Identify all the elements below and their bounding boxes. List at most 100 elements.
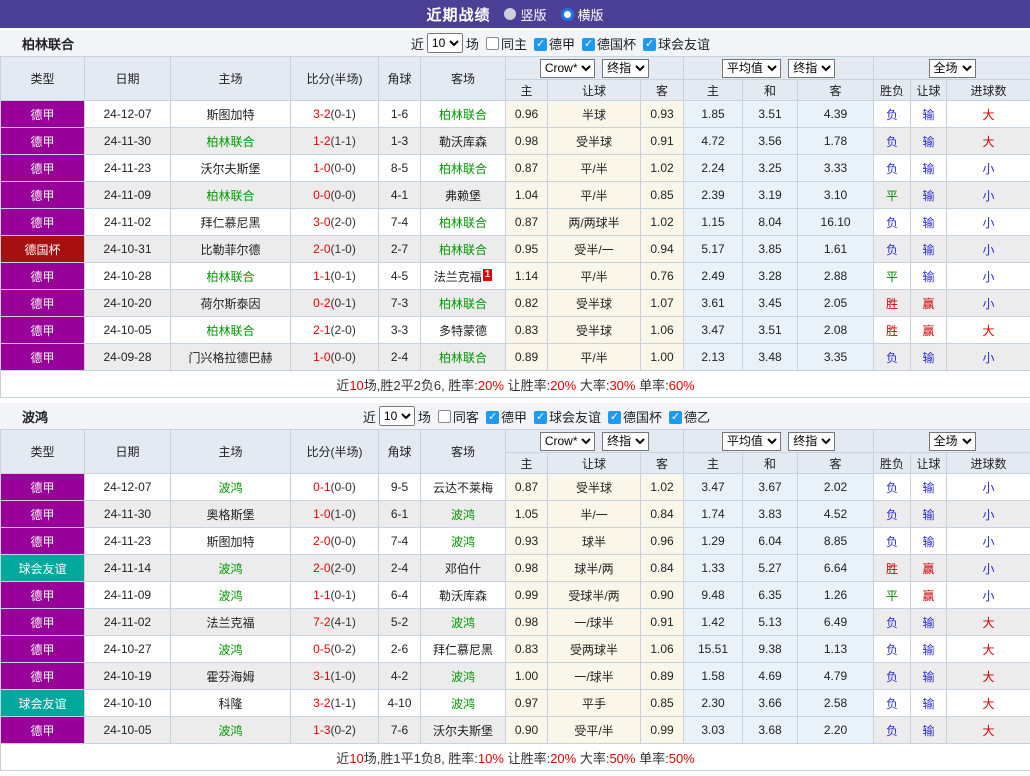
avg-final-select[interactable]: 终指 — [788, 432, 835, 451]
home-team-name[interactable]: 门兴格拉德巴赫 — [188, 351, 272, 365]
league-checkbox[interactable] — [534, 411, 547, 424]
odds-final-select[interactable]: 终指 — [602, 432, 649, 451]
handicap-result-cell: 输 — [911, 182, 947, 209]
team-section: 波鸿 近 10 场 同客 德甲球会友谊德国杯德乙 类型 日期 — [0, 403, 1030, 771]
away-team-name[interactable]: 柏林联合 — [439, 108, 487, 122]
vertical-layout-radio[interactable] — [504, 8, 516, 20]
home-team-name[interactable]: 科隆 — [218, 697, 242, 711]
away-team-name[interactable]: 弗赖堡 — [445, 189, 481, 203]
home-team-name[interactable]: 波鸿 — [218, 562, 242, 576]
fulltime-score: 2-0 — [313, 242, 330, 256]
goals-result-cell: 小 — [947, 474, 1030, 501]
odds-home-cell: 0.97 — [506, 690, 548, 717]
halftime-score: (0-0) — [331, 161, 356, 175]
league-checkbox[interactable] — [534, 38, 547, 51]
league-checkbox[interactable] — [669, 411, 682, 424]
league-checkbox-label: 德甲 — [549, 37, 575, 52]
away-team-name[interactable]: 勒沃库森 — [439, 589, 487, 603]
handicap-result-cell: 输 — [911, 263, 947, 290]
home-team-name[interactable]: 比勒菲尔德 — [200, 243, 260, 257]
away-team-name[interactable]: 法兰克福 — [434, 270, 482, 284]
home-team-name[interactable]: 奥格斯堡 — [206, 508, 254, 522]
same-venue-checkbox[interactable] — [438, 410, 451, 423]
away-team-name[interactable]: 多特蒙德 — [439, 324, 487, 338]
away-team-name[interactable]: 勒沃库森 — [439, 135, 487, 149]
away-team-name[interactable]: 波鸿 — [451, 670, 475, 684]
odds-source-select[interactable]: Crow* — [540, 59, 595, 78]
home-team-name[interactable]: 柏林联合 — [206, 324, 254, 338]
home-team-name[interactable]: 霍芬海姆 — [206, 670, 254, 684]
home-team-cell: 法兰克福 — [171, 609, 291, 636]
match-row: 德甲24-10-20荷尔斯泰因0-2(0-1)7-3柏林联合0.82受半球1.0… — [1, 290, 1030, 317]
home-team-name[interactable]: 柏林联合 — [206, 270, 254, 284]
vertical-layout-label[interactable]: 竖版 — [520, 5, 546, 24]
league-checkbox[interactable] — [608, 411, 621, 424]
avg-source-select[interactable]: 平均值 — [722, 432, 781, 451]
away-team-name[interactable]: 柏林联合 — [439, 297, 487, 311]
handicap-result-cell: 输 — [911, 690, 947, 717]
away-team-name[interactable]: 波鸿 — [451, 535, 475, 549]
col-home: 主场 — [171, 57, 291, 101]
handicap-result-cell: 输 — [911, 501, 947, 528]
away-team-name[interactable]: 柏林联合 — [439, 216, 487, 230]
home-team-name[interactable]: 拜仁慕尼黑 — [200, 216, 260, 230]
home-team-name[interactable]: 波鸿 — [218, 589, 242, 603]
avg-draw-cell: 3.56 — [743, 128, 798, 155]
home-team-name[interactable]: 法兰克福 — [206, 616, 254, 630]
away-team-name[interactable]: 柏林联合 — [439, 351, 487, 365]
away-team-cell: 多特蒙德 — [421, 317, 506, 344]
match-row: 德甲24-09-28门兴格拉德巴赫1-0(0-0)2-4柏林联合0.89平/半1… — [1, 344, 1030, 371]
scope-select[interactable]: 全场 — [929, 432, 976, 451]
goals-result-cell: 大 — [947, 636, 1030, 663]
league-checkbox[interactable] — [582, 38, 595, 51]
away-team-cell: 柏林联合 — [421, 344, 506, 371]
odds-away-cell: 0.76 — [641, 263, 684, 290]
home-team-name[interactable]: 柏林联合 — [206, 135, 254, 149]
goals-result-cell: 大 — [947, 317, 1030, 344]
home-team-name[interactable]: 沃尔夫斯堡 — [200, 162, 260, 176]
avg-away-cell: 3.35 — [798, 344, 874, 371]
away-team-name[interactable]: 波鸿 — [451, 508, 475, 522]
home-team-name[interactable]: 荷尔斯泰因 — [200, 297, 260, 311]
scope-select[interactable]: 全场 — [929, 59, 976, 78]
home-team-name[interactable]: 波鸿 — [218, 643, 242, 657]
home-team-name[interactable]: 斯图加特 — [206, 108, 254, 122]
away-team-name[interactable]: 沃尔夫斯堡 — [433, 724, 493, 738]
away-team-name[interactable]: 柏林联合 — [439, 162, 487, 176]
same-venue-checkbox[interactable] — [486, 37, 499, 50]
avg-away-cell: 1.13 — [798, 636, 874, 663]
match-count-select[interactable]: 10 — [379, 406, 415, 426]
league-type-cell: 德甲 — [1, 474, 85, 501]
avg-away-cell: 2.05 — [798, 290, 874, 317]
odds-source-select[interactable]: Crow* — [540, 432, 595, 451]
handicap-result-cell: 输 — [911, 528, 947, 555]
match-count-select[interactable]: 10 — [427, 33, 463, 53]
away-team-name[interactable]: 波鸿 — [451, 616, 475, 630]
avg-away-cell: 2.20 — [798, 717, 874, 744]
odds-final-select[interactable]: 终指 — [602, 59, 649, 78]
home-team-name[interactable]: 波鸿 — [218, 481, 242, 495]
avg-source-select[interactable]: 平均值 — [722, 59, 781, 78]
league-checkbox[interactable] — [643, 38, 656, 51]
home-team-name[interactable]: 斯图加特 — [206, 535, 254, 549]
away-team-name[interactable]: 拜仁慕尼黑 — [433, 643, 493, 657]
avg-final-select[interactable]: 终指 — [788, 59, 835, 78]
away-team-name[interactable]: 邓伯什 — [445, 562, 481, 576]
away-team-name[interactable]: 云达不莱梅 — [433, 481, 493, 495]
corner-cell: 7-6 — [379, 717, 421, 744]
handicap-result-cell: 输 — [911, 128, 947, 155]
home-team-name[interactable]: 波鸿 — [218, 724, 242, 738]
result-cell: 负 — [874, 128, 911, 155]
home-team-name[interactable]: 柏林联合 — [206, 189, 254, 203]
away-team-name[interactable]: 波鸿 — [451, 697, 475, 711]
near-label: 近 — [363, 407, 376, 426]
league-type-cell: 德甲 — [1, 717, 85, 744]
league-type-cell: 德甲 — [1, 155, 85, 182]
summary-text: 大率: — [576, 378, 609, 393]
away-team-name[interactable]: 柏林联合 — [439, 243, 487, 257]
away-team-cell: 波鸿 — [421, 609, 506, 636]
horizontal-layout-label[interactable]: 横版 — [578, 5, 604, 24]
away-team-cell: 勒沃库森 — [421, 128, 506, 155]
league-checkbox[interactable] — [486, 411, 499, 424]
horizontal-layout-radio[interactable] — [561, 8, 574, 21]
